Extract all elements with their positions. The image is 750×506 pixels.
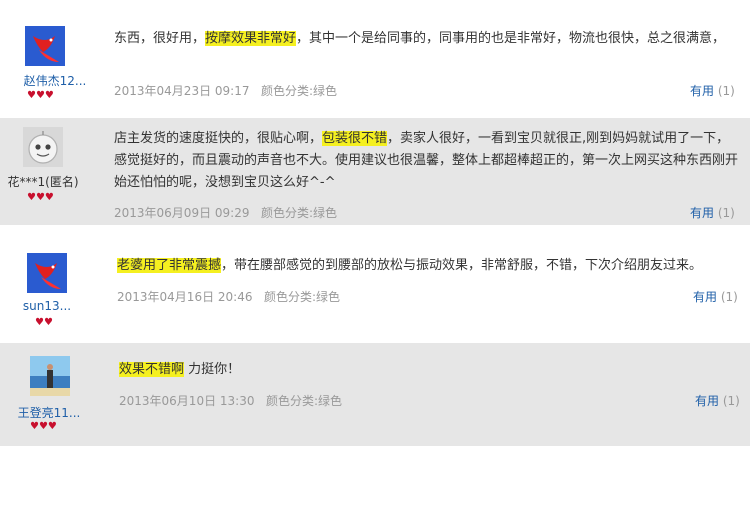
review-item: sun13... ♥♥ 老婆用了非常震撼，带在腰部感觉的到腰部的放松与振动效果，… <box>0 225 750 343</box>
review-text: 效果不错啊 力挺你！ <box>119 362 241 377</box>
reviewer-name[interactable]: 王登亮11... <box>0 404 104 421</box>
goldfish-avatar-icon[interactable] <box>27 253 67 293</box>
review-meta: 2013年06月10日 13:30 颜色分类:绿色 <box>119 392 342 409</box>
helpful-button[interactable]: 有用 <box>690 84 714 98</box>
reviewer-name[interactable]: 赵伟杰12... <box>0 72 110 89</box>
review-item: 赵伟杰12... ♥♥♥ 东西，很好用，按摩效果非常好，其中一个是给同事的，同事… <box>0 0 750 118</box>
highlight-phrase: 老婆用了非常震撼 <box>117 258 222 273</box>
color-category: 颜色分类:绿色 <box>265 394 342 408</box>
review-meta: 2013年06月09日 09:29 颜色分类:绿色 <box>114 204 337 221</box>
review-meta: 2013年04月16日 20:46 颜色分类:绿色 <box>117 288 340 305</box>
reviewer-name: 花***1(匿名) <box>7 175 79 189</box>
helpful-vote: 有用 (1) <box>695 392 740 409</box>
review-date: 2013年04月23日 09:17 <box>114 84 250 98</box>
review-text: 东西，很好用，按摩效果非常好，其中一个是给同事的，同事用的也是非常好，物流也很快… <box>114 31 726 46</box>
helpful-vote: 有用 (1) <box>693 288 738 305</box>
review-item: 花***1(匿名) ♥♥♥ 店主发货的速度挺快的，很贴心啊，包装很不错，卖家人很… <box>0 118 750 225</box>
reputation-hearts-icon: ♥♥♥ <box>27 90 54 101</box>
helpful-count: (1) <box>717 84 735 98</box>
review-date: 2013年04月16日 20:46 <box>117 290 253 304</box>
highlight-phrase: 包装很不错 <box>322 131 388 146</box>
reputation-hearts-icon: ♥♥♥ <box>30 421 57 432</box>
helpful-button[interactable]: 有用 <box>690 206 714 220</box>
beach-photo-avatar-icon[interactable] <box>30 356 70 396</box>
review-text: 店主发货的速度挺快的，很贴心啊，包装很不错，卖家人很好，一看到宝贝就很正,刚到妈… <box>114 131 739 190</box>
goldfish-avatar-icon[interactable] <box>25 26 65 66</box>
helpful-count: (1) <box>720 290 738 304</box>
helpful-vote: 有用 (1) <box>690 204 735 221</box>
review-item: 王登亮11... ♥♥♥ 效果不错啊 力挺你！ 2013年06月10日 13:3… <box>0 343 750 446</box>
highlight-phrase: 效果不错啊 <box>119 362 185 377</box>
helpful-button[interactable]: 有用 <box>693 290 717 304</box>
highlight-phrase: 按摩效果非常好 <box>205 31 297 46</box>
review-date: 2013年06月10日 13:30 <box>119 394 255 408</box>
color-category: 颜色分类:绿色 <box>263 290 340 304</box>
anonymous-face-avatar-icon[interactable] <box>23 127 63 167</box>
reputation-hearts-icon: ♥♥ <box>35 317 53 328</box>
color-category: 颜色分类:绿色 <box>260 206 337 220</box>
reputation-hearts-icon: ♥♥♥ <box>27 192 54 203</box>
reviewer-name[interactable]: sun13... <box>0 299 102 313</box>
helpful-count: (1) <box>722 394 740 408</box>
color-category: 颜色分类:绿色 <box>260 84 337 98</box>
review-text: 老婆用了非常震撼，带在腰部感觉的到腰部的放松与振动效果，非常舒服，不错，下次介绍… <box>117 258 703 273</box>
review-meta: 2013年04月23日 09:17 颜色分类:绿色 <box>114 82 337 99</box>
helpful-count: (1) <box>717 206 735 220</box>
helpful-vote: 有用 (1) <box>690 82 735 99</box>
review-date: 2013年06月09日 09:29 <box>114 206 250 220</box>
helpful-button[interactable]: 有用 <box>695 394 719 408</box>
